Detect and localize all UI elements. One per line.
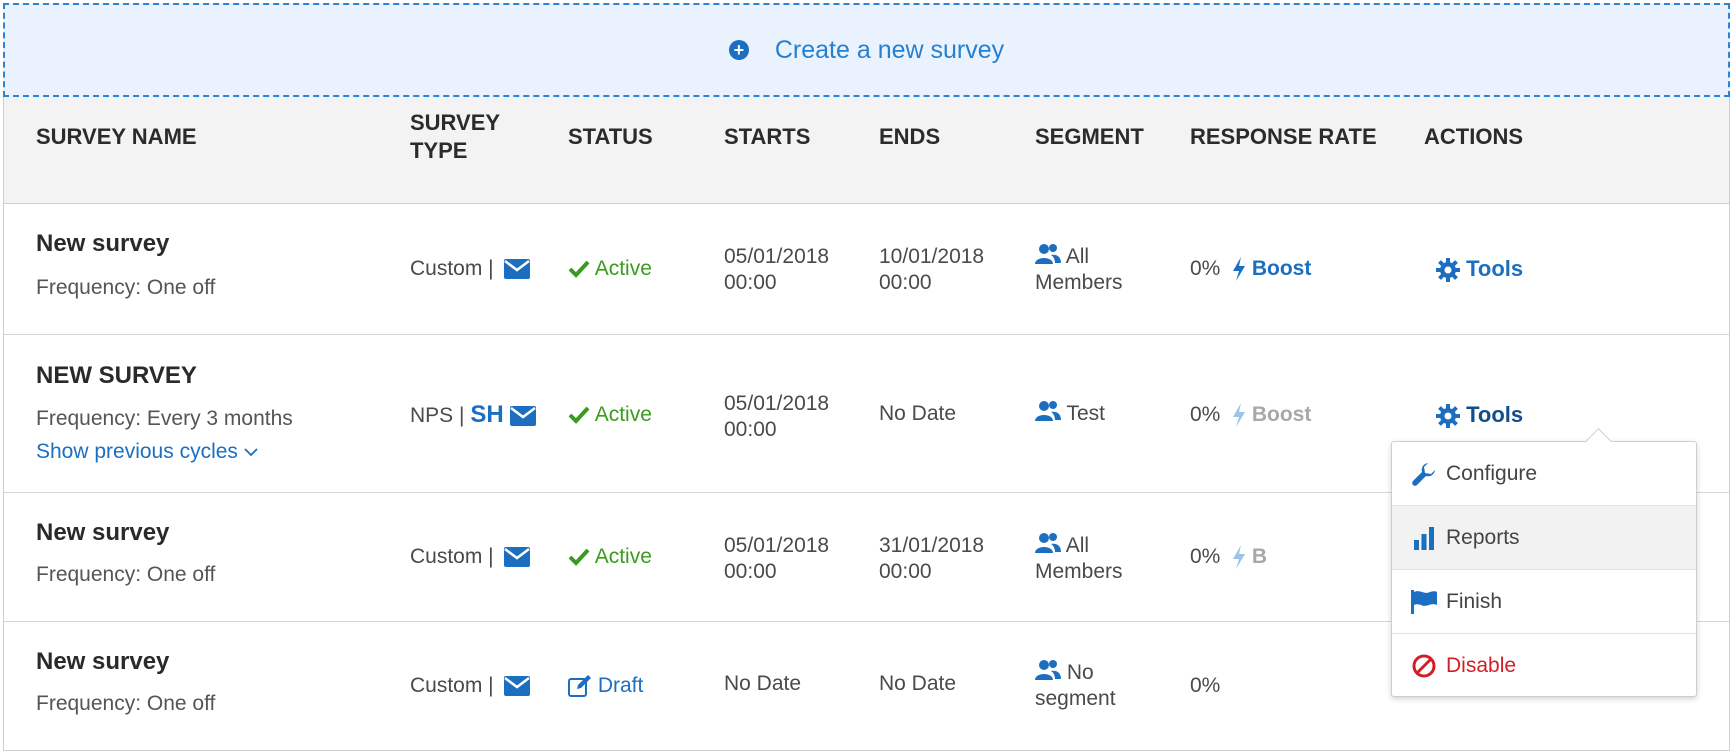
column-header-ends: ENDS — [879, 124, 941, 149]
segment: All Members — [1035, 244, 1123, 294]
edit-icon — [568, 675, 591, 698]
chevron-down-icon — [244, 448, 258, 457]
start-date: 05/01/2018 00:00 — [724, 245, 830, 294]
checkmark-icon — [568, 549, 590, 567]
survey-name: New survey — [36, 519, 170, 546]
segment: Test — [1035, 401, 1105, 427]
envelope-icon — [503, 676, 530, 697]
response-rate: 0% — [1190, 545, 1221, 568]
status-badge: Active — [568, 256, 652, 282]
column-header-survey-name: SURVEY NAME — [36, 124, 197, 149]
status-badge: Active — [568, 402, 652, 428]
lightning-icon — [1233, 403, 1245, 428]
response-rate: 0% — [1190, 403, 1221, 426]
create-survey-label: Create a new survey — [774, 35, 1005, 64]
segment: No segment — [1035, 660, 1116, 710]
plus-circle-icon: + — [728, 40, 749, 60]
gear-icon — [1436, 258, 1460, 283]
checkmark-icon — [568, 261, 590, 279]
column-header-status: STATUS — [568, 124, 653, 149]
table-row: New survey Frequency: One off Custom | A… — [4, 204, 1729, 335]
survey-frequency: Frequency: One off — [36, 692, 216, 715]
users-icon — [1035, 533, 1061, 554]
survey-name: NEW SURVEY — [36, 362, 197, 389]
envelope-icon — [503, 259, 530, 280]
survey-frequency: Frequency: One off — [36, 276, 216, 299]
survey-type: Custom | — [410, 673, 530, 699]
menu-item-configure[interactable]: Configure — [1392, 442, 1696, 506]
table-header: SURVEY NAME SURVEY TYPE STATUS STARTS EN… — [4, 97, 1729, 204]
survey-frequency: Frequency: Every 3 months — [36, 407, 293, 430]
lightning-icon — [1233, 257, 1245, 282]
menu-item-disable[interactable]: Disable — [1392, 634, 1696, 698]
envelope-icon — [503, 547, 530, 568]
end-date: 31/01/2018 00:00 — [879, 534, 985, 583]
wrench-icon — [1410, 460, 1438, 488]
boost-button-disabled: B — [1232, 544, 1267, 570]
status-badge: Active — [568, 544, 652, 570]
column-header-segment: SEGMENT — [1035, 124, 1144, 149]
menu-item-reports[interactable]: Reports — [1392, 506, 1696, 570]
envelope-icon — [509, 406, 536, 427]
boost-button-disabled: Boost — [1232, 402, 1311, 428]
gear-icon — [1436, 404, 1460, 429]
survey-frequency: Frequency: One off — [36, 563, 216, 586]
survey-name: New survey — [36, 230, 170, 257]
segment: All Members — [1035, 533, 1123, 583]
users-icon — [1035, 660, 1061, 681]
menu-item-finish[interactable]: Finish — [1392, 570, 1696, 634]
lightning-icon — [1233, 545, 1245, 570]
users-icon — [1035, 401, 1061, 422]
tools-dropdown-menu: Configure Reports Finish Disable — [1391, 428, 1697, 698]
survey-type: Custom | — [410, 544, 530, 570]
start-date: 05/01/2018 00:00 — [724, 392, 830, 441]
sh-badge: SH — [470, 401, 504, 428]
column-header-response-rate: RESPONSE RATE — [1190, 124, 1377, 149]
status-badge-draft: Draft — [568, 673, 643, 699]
survey-type: NPS | SH — [410, 402, 536, 429]
end-date: 10/01/2018 00:00 — [879, 245, 985, 294]
column-header-actions: ACTIONS — [1424, 124, 1523, 149]
end-date: No Date — [879, 402, 957, 425]
response-rate: 0% — [1190, 674, 1221, 697]
response-rate: 0% — [1190, 257, 1221, 280]
survey-type: Custom | — [410, 256, 530, 282]
boost-button[interactable]: Boost — [1232, 256, 1311, 282]
column-header-starts: STARTS — [724, 124, 811, 149]
survey-name: New survey — [36, 648, 170, 675]
users-icon — [1035, 244, 1061, 265]
tools-button-open[interactable]: Tools — [1436, 402, 1523, 429]
column-header-survey-type: SURVEY TYPE — [410, 110, 501, 163]
create-survey-button[interactable]: + Create a new survey — [3, 3, 1730, 97]
ban-icon — [1410, 652, 1438, 680]
bar-chart-icon — [1410, 524, 1438, 552]
checkmark-icon — [568, 407, 590, 425]
flag-icon — [1410, 588, 1438, 616]
show-previous-cycles-link[interactable]: Show previous cycles — [36, 439, 258, 465]
start-date: No Date — [724, 672, 802, 695]
tools-button[interactable]: Tools — [1436, 256, 1523, 283]
start-date: 05/01/2018 00:00 — [724, 534, 830, 583]
end-date: No Date — [879, 672, 957, 695]
